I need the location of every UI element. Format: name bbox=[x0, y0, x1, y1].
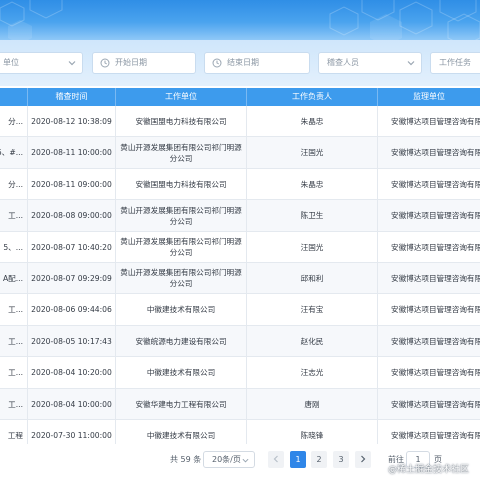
column-header-inspection-time: 稽查时间 bbox=[27, 88, 115, 106]
start-date-label: 开始日期 bbox=[115, 58, 147, 67]
cell-supervision-unit: 安徽博达项目管理咨询有限 bbox=[377, 106, 480, 137]
chevron-down-icon bbox=[242, 458, 249, 463]
cell-work-unit: 安徽国盟电力科技有限公司 bbox=[115, 106, 246, 137]
cell-inspection-time: 2020-08-12 10:38:09 bbox=[27, 106, 115, 137]
clock-icon bbox=[212, 58, 222, 68]
cell-person-in-charge: 汪有宝 bbox=[246, 294, 377, 326]
page-size-select[interactable]: 20条/页 bbox=[203, 451, 255, 468]
unit-select[interactable]: 单位 bbox=[0, 52, 83, 74]
page: 单位 开始日期 结束日期 稽查人员 工作任务 稽查时间 工作单位 工作负责人 监… bbox=[0, 0, 480, 480]
table-row[interactable]: 工... 2020-08-05 10:17:43 安徽皖源电力建设有限公司 赵化民 安徽… bbox=[0, 325, 480, 358]
chevron-down-icon bbox=[407, 61, 415, 66]
table-body: 分... 2020-08-12 10:38:09 安徽国盟电力科技有限公司 朱晶忠 安徽… bbox=[0, 106, 480, 452]
cell-supervision-unit: 安徽博达项目管理咨询有限 bbox=[377, 168, 480, 200]
next-page-button[interactable] bbox=[355, 451, 371, 468]
cell-person-in-charge: 邱和利 bbox=[246, 262, 377, 294]
cell-inspection-time: 2020-08-11 10:00:00 bbox=[27, 137, 115, 169]
cell-inspection-time: 2020-08-07 09:29:09 bbox=[27, 262, 115, 294]
task-select[interactable]: 工作任务 bbox=[430, 52, 480, 74]
inspection-table: 稽查时间 工作单位 工作负责人 监理单位 分... 2020-08-12 10:3… bbox=[0, 88, 480, 452]
end-date-label: 结束日期 bbox=[227, 58, 259, 67]
cell-work-unit: 中徽建技术有限公司 bbox=[115, 357, 246, 389]
end-date-picker[interactable]: 结束日期 bbox=[204, 52, 310, 74]
cell-supervision-unit: 安徽博达项目管理咨询有限 bbox=[377, 388, 480, 420]
table-row[interactable]: A配... 2020-08-07 09:29:09 黄山开源发展集团有限公司祁门明源… bbox=[0, 262, 480, 295]
page-button[interactable]: 2 bbox=[311, 451, 327, 468]
column-header-person-in-charge: 工作负责人 bbox=[246, 88, 377, 106]
hex-pattern-icon bbox=[0, 0, 480, 40]
chevron-right-icon bbox=[361, 455, 366, 463]
cell-person-in-charge: 汪国光 bbox=[246, 137, 377, 169]
cell-person-in-charge: 汪志光 bbox=[246, 357, 377, 389]
table-row[interactable]: 5、#... 2020-08-11 10:00:00黄山开源发展集团有限公司祁门明… bbox=[0, 137, 480, 169]
cell-task: 工... bbox=[8, 399, 23, 409]
cell-work-unit: 安徽皖源电力建设有限公司 bbox=[115, 325, 246, 357]
cell-task: 5、#... bbox=[0, 148, 23, 158]
table-row[interactable]: 工... 2020-08-08 09:00:00 黄山开源发展集团有限公司祁门明源分… bbox=[0, 200, 480, 232]
cell-work-unit: 黄山开源发展集团有限公司祁门明源分公司 bbox=[115, 231, 246, 263]
cell-supervision-unit: 安徽博达项目管理咨询有限 bbox=[377, 231, 480, 263]
table-row[interactable]: 工... 2020-08-04 10:00:00 安徽华建电力工程有限公司 唐刚 安徽博… bbox=[0, 388, 480, 420]
cell-task: 工... bbox=[8, 336, 23, 346]
cell-task: 工... bbox=[8, 305, 23, 315]
cell-work-unit: 黄山开源发展集团有限公司祁门明源分公司 bbox=[115, 262, 246, 294]
cell-supervision-unit: 安徽博达项目管理咨询有限 bbox=[377, 137, 480, 169]
table-row[interactable]: 工... 2020-08-06 09:44:06 中徽建技术有限公司 汪有宝 安徽博达项… bbox=[0, 294, 480, 326]
filter-bar: 单位 开始日期 结束日期 稽查人员 工作任务 bbox=[0, 40, 480, 86]
cell-supervision-unit: 安徽博达项目管理咨询有限 bbox=[377, 200, 480, 232]
table-row[interactable]: 分... 2020-08-11 09:00:00 安徽国盟电力科技有限公司 朱晶忠 安徽… bbox=[0, 168, 480, 201]
cell-inspection-time: 2020-08-11 09:00:00 bbox=[27, 168, 115, 200]
cell-person-in-charge: 唐刚 bbox=[246, 388, 377, 420]
cell-task: 分... bbox=[8, 179, 23, 189]
cell-inspection-time: 2020-08-08 09:00:00 bbox=[27, 200, 115, 232]
chevron-down-icon bbox=[68, 61, 76, 66]
cell-person-in-charge: 朱晶忠 bbox=[246, 106, 377, 137]
prev-page-button[interactable] bbox=[268, 451, 284, 468]
cell-work-unit: 中徽建技术有限公司 bbox=[115, 294, 246, 326]
cell-supervision-unit: 安徽博达项目管理咨询有限 bbox=[377, 262, 480, 294]
cell-supervision-unit: 安徽博达项目管理咨询有限 bbox=[377, 357, 480, 389]
cell-supervision-unit: 安徽博达项目管理咨询有限 bbox=[377, 294, 480, 326]
table-row[interactable]: 5、... 2020-08-07 10:40:20 黄山开源发展集团有限公司祁门明源… bbox=[0, 231, 480, 263]
unit-select-label: 单位 bbox=[3, 58, 19, 67]
cell-task: 工... bbox=[8, 368, 23, 378]
cell-task: 分... bbox=[8, 117, 23, 126]
cell-work-unit: 安徽国盟电力科技有限公司 bbox=[115, 168, 246, 200]
total-count: 共 59 条 bbox=[170, 455, 202, 464]
clock-icon bbox=[100, 58, 110, 68]
column-header-task bbox=[0, 88, 27, 106]
cell-inspection-time: 2020-08-04 10:20:00 bbox=[27, 357, 115, 389]
page-button[interactable]: 3 bbox=[333, 451, 349, 468]
page-button[interactable]: 1 bbox=[290, 451, 306, 468]
column-header-supervision-unit: 监理单位 bbox=[377, 88, 480, 106]
watermark: @稀土掘金技术社区 bbox=[388, 465, 470, 475]
cell-person-in-charge: 朱晶忠 bbox=[246, 168, 377, 200]
column-header-work-unit: 工作单位 bbox=[115, 88, 246, 106]
cell-work-unit: 黄山开源发展集团有限公司祁门明源分公司 bbox=[115, 200, 246, 232]
cell-person-in-charge: 陈卫生 bbox=[246, 200, 377, 232]
table-header: 稽查时间 工作单位 工作负责人 监理单位 bbox=[0, 88, 480, 106]
cell-task: 工... bbox=[8, 211, 23, 221]
cell-supervision-unit: 安徽博达项目管理咨询有限 bbox=[377, 325, 480, 357]
cell-inspection-time: 2020-08-05 10:17:43 bbox=[27, 325, 115, 357]
start-date-picker[interactable]: 开始日期 bbox=[92, 52, 196, 74]
cell-person-in-charge: 赵化民 bbox=[246, 325, 377, 357]
task-select-label: 工作任务 bbox=[439, 58, 471, 67]
table-row[interactable]: 工... 2020-08-04 10:20:00 中徽建技术有限公司 汪志光 安徽博达项… bbox=[0, 357, 480, 389]
page-size-label: 20条/页 bbox=[212, 455, 241, 464]
cell-inspection-time: 2020-08-07 10:40:20 bbox=[27, 231, 115, 263]
table-row[interactable]: 分... 2020-08-12 10:38:09 安徽国盟电力科技有限公司 朱晶忠 安徽… bbox=[0, 106, 480, 138]
cell-inspection-time: 2020-08-04 10:00:00 bbox=[27, 388, 115, 420]
header-banner bbox=[0, 0, 480, 40]
cell-work-unit: 安徽华建电力工程有限公司 bbox=[115, 388, 246, 420]
chevron-left-icon bbox=[273, 455, 278, 463]
cell-task: A配... bbox=[2, 273, 23, 283]
cell-person-in-charge: 汪国光 bbox=[246, 231, 377, 263]
cell-task: 5、... bbox=[3, 242, 23, 252]
inspector-select-label: 稽查人员 bbox=[327, 58, 359, 67]
cell-inspection-time: 2020-08-06 09:44:06 bbox=[27, 294, 115, 326]
cell-work-unit: 黄山开源发展集团有限公司祁门明源分公司 bbox=[115, 137, 246, 169]
inspector-select[interactable]: 稽查人员 bbox=[318, 52, 422, 74]
